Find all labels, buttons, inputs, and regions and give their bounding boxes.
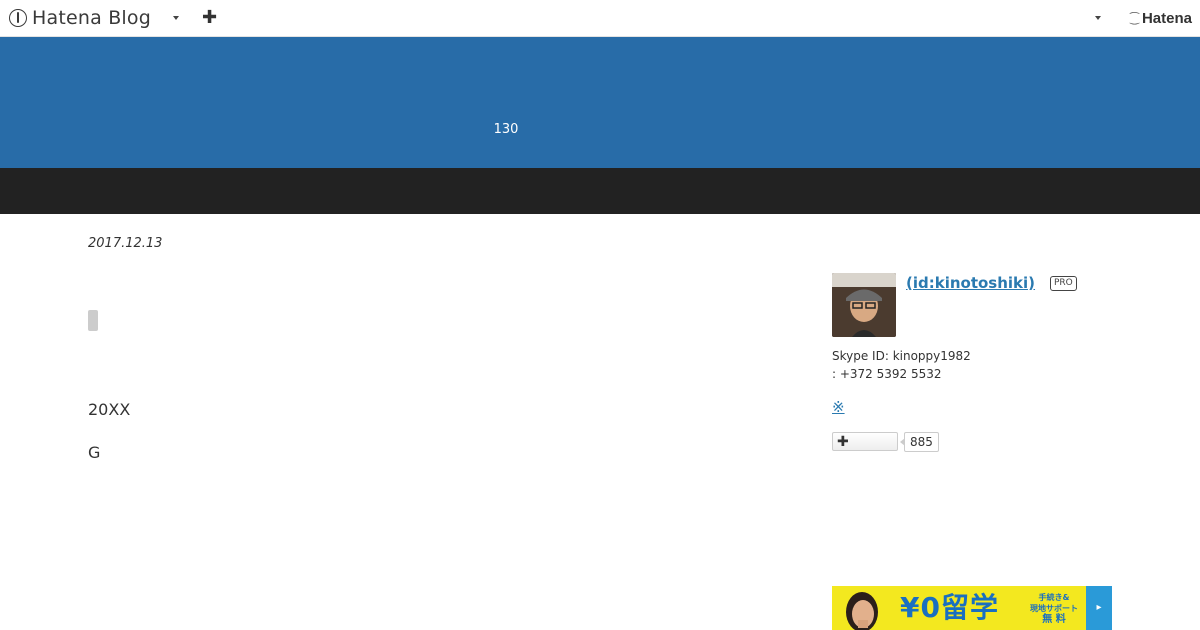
hatena-blog-logo[interactable]: Hatena Blog [9,7,151,29]
entry-paragraph: G [88,443,101,462]
ad-subtext-line: 無 料 [1042,614,1066,625]
ad-person-image [832,586,890,630]
author-profile-link-icon[interactable]: ※ [832,399,845,415]
ad-arrow-icon[interactable]: ▸ [1086,586,1112,630]
entry-date[interactable]: 2017.12.13 [88,236,162,251]
author-id-link[interactable]: (id:kinotoshiki) [906,274,1035,292]
ad-photo [832,586,890,630]
hatena-logo[interactable]: ⁐ Hatena [1130,10,1192,27]
user-menu-dropdown-icon[interactable] [1095,16,1101,20]
ad-headline: ¥0留学 [900,591,999,624]
global-header: Hatena Blog ✚ ⁐ Hatena [0,0,1200,37]
add-post-button[interactable]: ✚ [202,8,217,28]
entry-title-placeholder [88,310,98,331]
avatar-image [832,273,896,337]
author-phone-text: : +372 5392 5532 [832,367,942,381]
entry-paragraph: 20XX [88,400,131,419]
blog-title[interactable]: 130 [0,122,1106,137]
ad-subtext: 手続き& 現地サポート 無 料 [1024,592,1084,625]
subscribe-button[interactable]: ✚ [832,432,898,451]
blog-header-banner: 130 [0,37,1200,168]
navigation-bar [0,168,1200,214]
hatena-blog-logo-icon [9,9,27,27]
pro-badge: PRO [1050,276,1077,291]
blog-menu-dropdown-icon[interactable] [173,16,179,20]
study-abroad-ad-banner[interactable]: ¥0留学 手続き& 現地サポート 無 料 ▸ [832,586,1112,630]
subscriber-count: 885 [900,432,939,452]
author-skype-text: Skype ID: kinoppy1982 [832,349,971,363]
logo-text: Hatena Blog [32,7,151,29]
ad-subtext-line: 手続き& [1038,593,1070,602]
ad-subtext-line: 現地サポート [1030,604,1078,613]
plus-icon: ✚ [837,434,849,450]
author-avatar[interactable] [832,273,896,337]
hatena-logo-text: Hatena [1141,10,1192,27]
hatena-logo-icon: ⁐ [1130,12,1139,25]
